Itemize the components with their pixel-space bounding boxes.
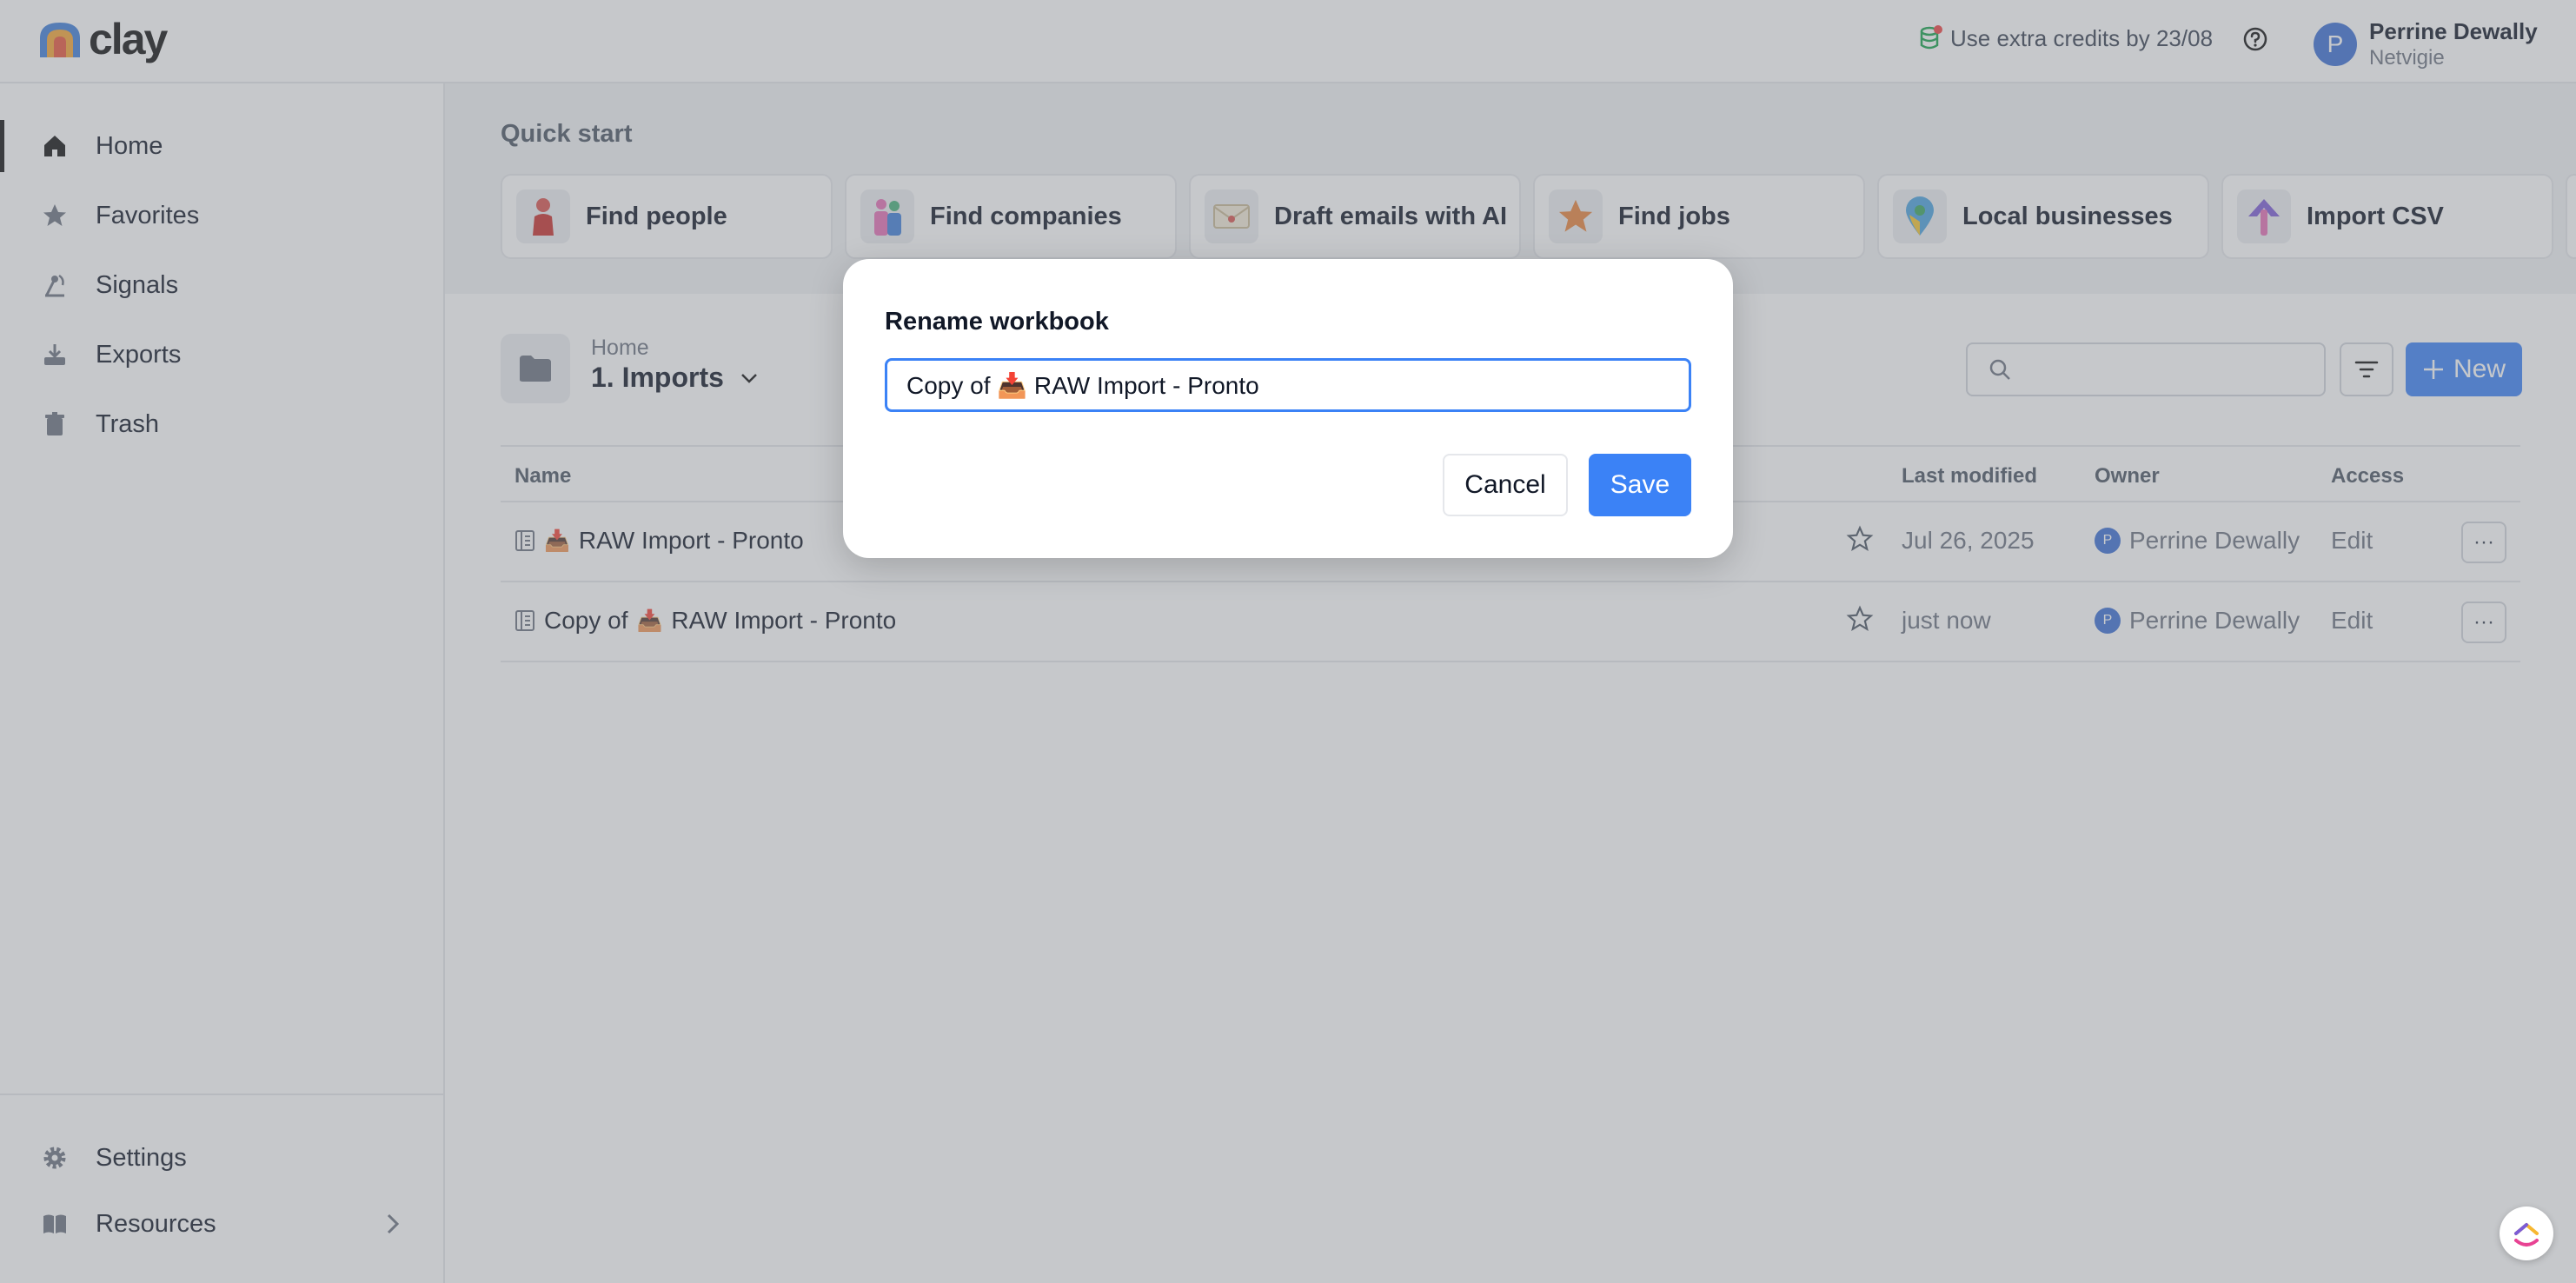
rename-workbook-dialog: Rename workbook Cancel Save: [843, 259, 1733, 558]
workbook-name-input[interactable]: [885, 358, 1691, 412]
cancel-button[interactable]: Cancel: [1443, 454, 1568, 516]
modal-backdrop[interactable]: [0, 0, 2576, 1283]
clickup-widget-icon[interactable]: [2500, 1207, 2553, 1260]
dialog-title: Rename workbook: [885, 308, 1109, 336]
clickup-logo-icon: [2514, 1223, 2539, 1246]
save-button[interactable]: Save: [1589, 454, 1691, 516]
